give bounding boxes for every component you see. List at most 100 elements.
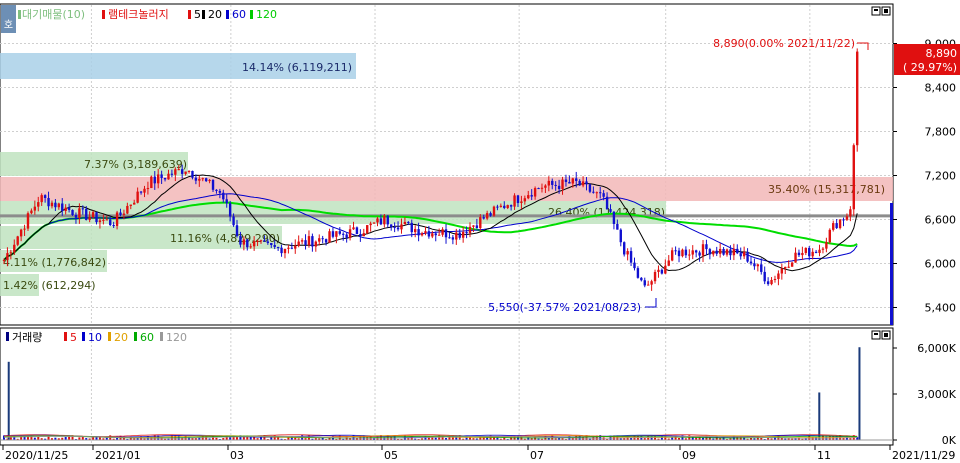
candle-body [749,261,753,264]
legend-vma20[interactable]: 20 [114,331,128,344]
candle-body [578,180,581,186]
candle-body [468,226,472,234]
candle-body [270,242,273,246]
candle-body [657,269,660,272]
candle-body [485,213,489,219]
candle-body [705,244,708,250]
close-icon [884,9,888,13]
candle-body [342,233,345,235]
candle-body [112,225,115,227]
candle-body [328,231,331,243]
candle-body [503,205,506,208]
candle-body [424,231,427,234]
top-legend: 대기매물(10) 램테크놀러지 5 20 60 120 [18,8,277,21]
volume-profile-label: 14.14% (6,119,211) [242,61,352,74]
candle-body [674,250,677,252]
volume-tick-label: 6,000K [917,342,956,355]
date-tick-label: 03 [230,449,244,462]
candle-body [568,181,571,184]
candle-body [602,193,605,197]
candle-body [222,192,225,200]
candle-body [71,209,74,215]
candle-body [246,239,249,248]
candle-body [801,252,804,256]
legend-vma120[interactable]: 120 [166,331,187,344]
low-annotation: 5,550(-37.57% 2021/08/23) [488,301,641,314]
candle-body [403,221,407,225]
candle-body [787,266,790,268]
candle-body [633,262,636,269]
candle-body [6,253,9,260]
candle-body [588,184,592,192]
candle-body [335,231,338,237]
candle-body [646,284,650,286]
legend-vma5[interactable]: 5 [70,331,77,344]
candle-body [777,273,780,279]
price-tick-label: 8,400 [925,82,957,95]
volume-spike [7,361,10,440]
candle-body [677,250,681,257]
candle-body [225,199,228,204]
candle-body [417,229,420,236]
legend-ma120[interactable]: 120 [256,8,277,21]
legend-vma60[interactable]: 60 [140,331,154,344]
candle-body [355,227,359,235]
candle-body [294,245,297,249]
candle-body [681,249,684,257]
candle-body [540,187,544,189]
legend-ma20[interactable]: 20 [208,8,222,21]
candle-body [564,179,568,182]
legend-ticker[interactable]: 램테크놀러지 [108,8,169,21]
candle-body [694,250,698,253]
candle-body [30,210,33,214]
candle-body [9,252,13,254]
price-tick-label: 6,000 [925,258,957,271]
candle-body [290,247,294,249]
candle-body [760,264,763,272]
candle-body [670,250,674,261]
date-tick-label: 2021/11/29 [892,449,955,462]
price-axis: 9,0008,4007,8007,2006,6006,0005,400 [893,38,956,315]
candle-body [712,250,715,255]
price-tick-label: 7,200 [925,170,957,183]
candle-body [547,180,551,186]
volume-profile-label: 1.42% (612,294) [3,279,96,292]
candle-body [489,213,492,216]
candle-body [324,239,328,243]
candle-body [249,246,252,248]
candle-body [619,229,622,243]
candle-body [26,213,30,229]
candle-body [585,181,588,185]
volume-profile-label: 35.40% (15,317,781) [768,183,885,196]
candle-body [736,248,739,254]
candle-body [369,223,372,226]
legend-vma10[interactable]: 10 [88,331,102,344]
candle-body [516,195,520,204]
candle-body [465,231,468,234]
legend-swatch-vma120 [160,332,163,341]
candle-body [784,266,787,269]
candle-body [129,204,132,206]
candle-body [413,229,417,233]
legend-volume-profile[interactable]: 대기매물(10) [22,8,85,21]
price-tag-value: 8,890 [926,47,958,60]
candle-body [835,223,838,229]
legend-volume[interactable]: 거래량 [12,331,42,344]
candle-body [753,263,756,267]
legend-ma60[interactable]: 60 [232,8,246,21]
volume-profile-label: 7.37% (3,189,639) [84,158,187,171]
candle-body [455,232,458,240]
candle-body [174,169,177,175]
legend-swatch-volume-profile [18,10,21,19]
candle-body [81,208,85,210]
legend-ma5[interactable]: 5 [194,8,201,21]
candle-body [109,219,112,226]
candle-body [191,170,194,178]
candle-body [609,209,612,212]
candle-body [119,212,122,215]
candle-body [715,250,718,254]
candle-body [437,234,441,236]
candle-body [379,218,383,225]
candle-body [571,178,575,184]
candle-body [386,215,389,225]
